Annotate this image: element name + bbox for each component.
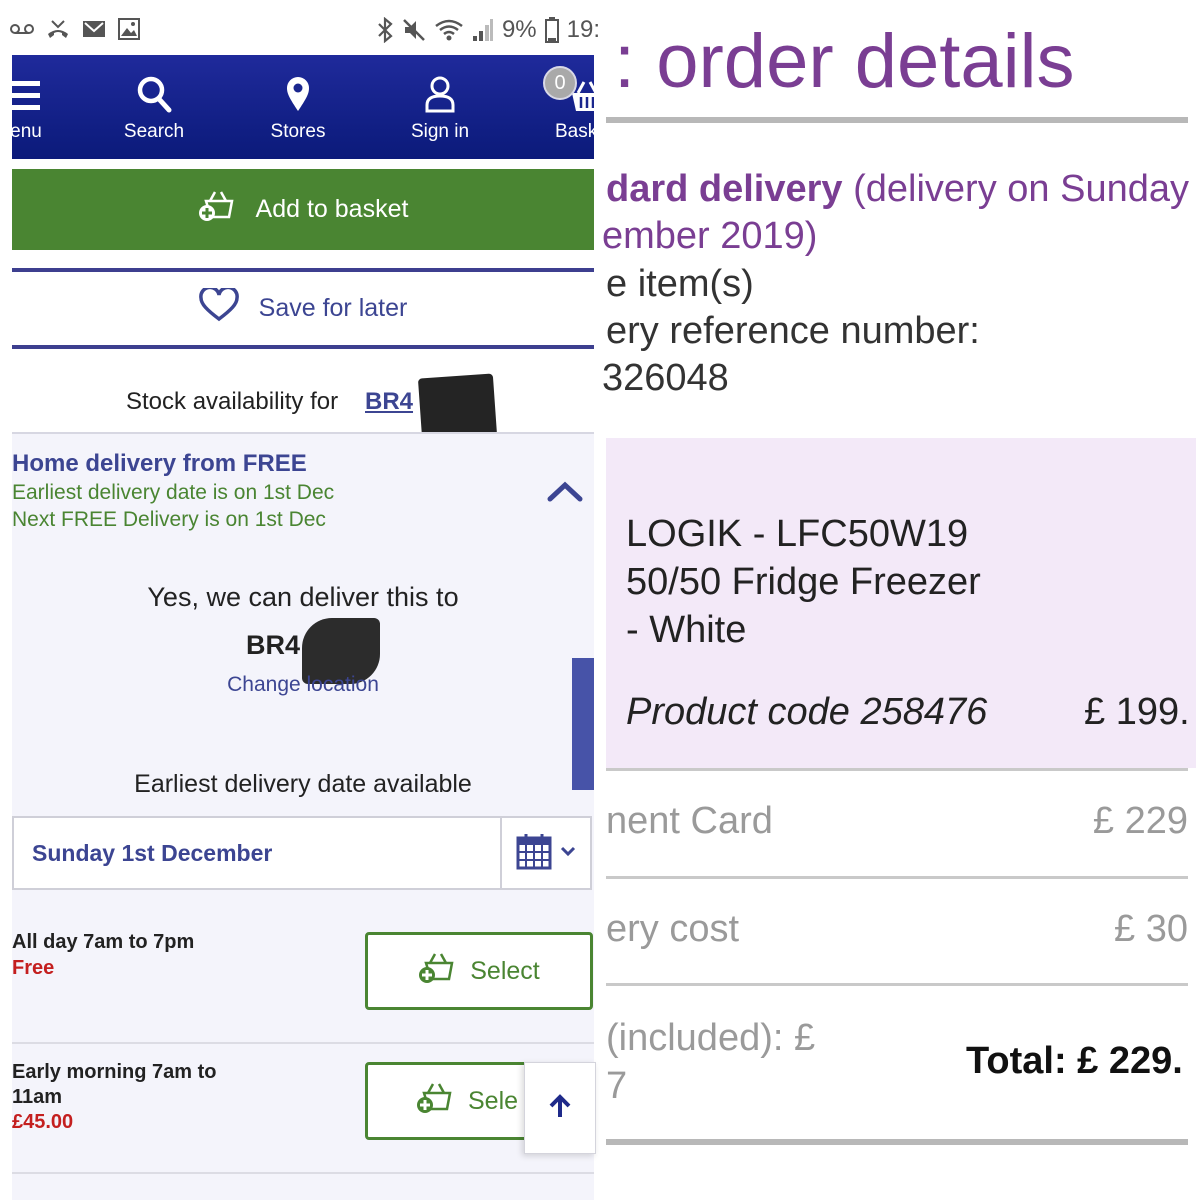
missed-call-icon — [46, 18, 70, 40]
reference-label: ery reference number: — [606, 310, 980, 352]
product-code: Product code 258476 — [626, 691, 988, 733]
delivery-date-paren: (delivery on Sunday — [842, 168, 1189, 210]
slot-price: Free — [12, 957, 55, 979]
product-name-line: LOGIK - LFC50W19 — [626, 513, 969, 555]
earliest-date-heading: Earliest delivery date available — [134, 770, 472, 798]
stock-postcode-link[interactable]: BR4 — [365, 388, 413, 416]
save-for-later-button[interactable]: Save for later — [12, 272, 594, 344]
user-icon — [424, 55, 456, 117]
divider — [606, 768, 1188, 771]
order-details-title: : order details — [614, 18, 1074, 105]
add-basket-icon — [198, 189, 234, 230]
order-title-text: order details — [656, 19, 1075, 104]
vat-line: 7 — [606, 1065, 628, 1107]
nav-stores[interactable]: Stores — [253, 55, 343, 159]
select-slot-button[interactable]: Select — [365, 932, 593, 1010]
items-line: e item(s) — [606, 263, 754, 305]
selected-date: Sunday 1st December — [32, 840, 273, 866]
calendar-icon — [516, 832, 552, 875]
nav-basket-label: Bask — [555, 121, 594, 142]
arrow-up-icon — [547, 1093, 573, 1124]
mail-icon — [82, 19, 106, 39]
signal-icon — [472, 18, 494, 42]
redaction-mark — [417, 373, 498, 441]
divider — [12, 1042, 594, 1044]
order-total: Total: £ 229. — [966, 1040, 1183, 1082]
heart-icon — [198, 285, 239, 329]
payment-value: £ 229 — [1092, 800, 1188, 842]
battery-icon — [544, 17, 559, 43]
nav-menu-label: enu — [12, 121, 42, 142]
select-label: Sele — [468, 1086, 519, 1115]
stock-label: Stock availability for — [126, 388, 339, 415]
delivery-date-select[interactable]: Sunday 1st December — [12, 816, 592, 890]
nav-search[interactable]: Search — [109, 55, 199, 159]
battery-percent: 9% — [501, 16, 537, 43]
search-icon — [136, 55, 172, 117]
delivery-type: dard delivery — [606, 168, 843, 210]
add-to-basket-button[interactable]: Add to basket — [12, 169, 594, 250]
image-icon — [118, 18, 140, 40]
home-delivery-panel: Home delivery from FREE Earliest deliver… — [12, 432, 596, 1200]
divider — [606, 117, 1188, 123]
vat-line: (included): £ — [606, 1017, 816, 1059]
chevron-up-icon[interactable] — [547, 479, 583, 508]
product-name: LOGIK - LFC50W19 50/50 Fridge Freezer - … — [626, 510, 981, 654]
slot-name: All day 7am to 7pm — [12, 931, 195, 953]
delivery-cost-value: £ 30 — [1114, 908, 1188, 950]
divider — [12, 345, 594, 349]
nav-sign-in[interactable]: Sign in — [395, 55, 485, 159]
voicemail-icon — [10, 22, 34, 36]
slot-price: £45.00 — [12, 1111, 74, 1133]
change-location-link[interactable]: Change location — [12, 673, 594, 697]
nav-sign-in-label: Sign in — [410, 121, 470, 142]
vat-included: (included): £ 7 — [606, 1014, 815, 1110]
can-deliver-text: Yes, we can deliver this to — [147, 582, 459, 612]
next-free-delivery-text: Next FREE Delivery is on 1st Dec — [12, 508, 326, 531]
product-name-line: - White — [626, 609, 747, 651]
chevron-down-icon — [560, 844, 576, 862]
add-to-basket-label: Add to basket — [255, 195, 409, 223]
menu-icon — [12, 55, 40, 117]
save-for-later-label: Save for later — [258, 293, 408, 322]
status-bar: 9% 19: — [0, 0, 600, 55]
wifi-icon — [434, 18, 464, 42]
divider — [606, 876, 1188, 879]
earliest-delivery-text: Earliest delivery date is on 1st Dec — [12, 481, 335, 504]
right-screenshot: : order details dard delivery (delivery … — [600, 0, 1200, 1200]
nav-menu[interactable]: enu — [12, 55, 46, 159]
divider — [606, 983, 1188, 986]
clock: 19: — [566, 16, 600, 43]
select-label: Select — [470, 956, 540, 985]
mute-icon — [402, 18, 426, 42]
delivery-type-line: dard delivery (delivery on Sunday — [606, 168, 1189, 211]
date-picker-toggle[interactable] — [500, 818, 590, 888]
reference-number: 326048 — [602, 357, 729, 399]
bluetooth-icon — [376, 17, 394, 43]
divider — [12, 1172, 594, 1174]
basket-count-badge: 0 — [543, 66, 577, 100]
product-name-line: 50/50 Fridge Freezer — [626, 561, 981, 603]
location-pin-icon — [285, 55, 311, 117]
delivery-postcode: BR4 — [246, 630, 301, 660]
left-screenshot: 9% 19: enu Search Stores Sign in Bask 0 … — [0, 0, 600, 1200]
home-delivery-title[interactable]: Home delivery from FREE — [12, 450, 307, 478]
payment-label: nent Card — [606, 800, 773, 842]
top-nav-bar: enu Search Stores Sign in Bask — [12, 55, 594, 159]
product-price: £ 199. — [1084, 691, 1190, 733]
add-basket-icon — [418, 951, 454, 992]
nav-stores-label: Stores — [270, 121, 326, 142]
slot-name: Early morning 7am to 11am — [12, 1061, 217, 1108]
add-basket-icon — [416, 1081, 452, 1122]
back-to-top-button[interactable] — [524, 1062, 596, 1154]
delivery-cost-label: ery cost — [606, 908, 740, 950]
title-fragment: : — [614, 19, 657, 104]
divider — [606, 1139, 1188, 1145]
delivery-date-line2: ember 2019) — [602, 215, 818, 257]
order-product-card: LOGIK - LFC50W19 50/50 Fridge Freezer - … — [606, 438, 1196, 768]
nav-search-label: Search — [123, 121, 185, 142]
